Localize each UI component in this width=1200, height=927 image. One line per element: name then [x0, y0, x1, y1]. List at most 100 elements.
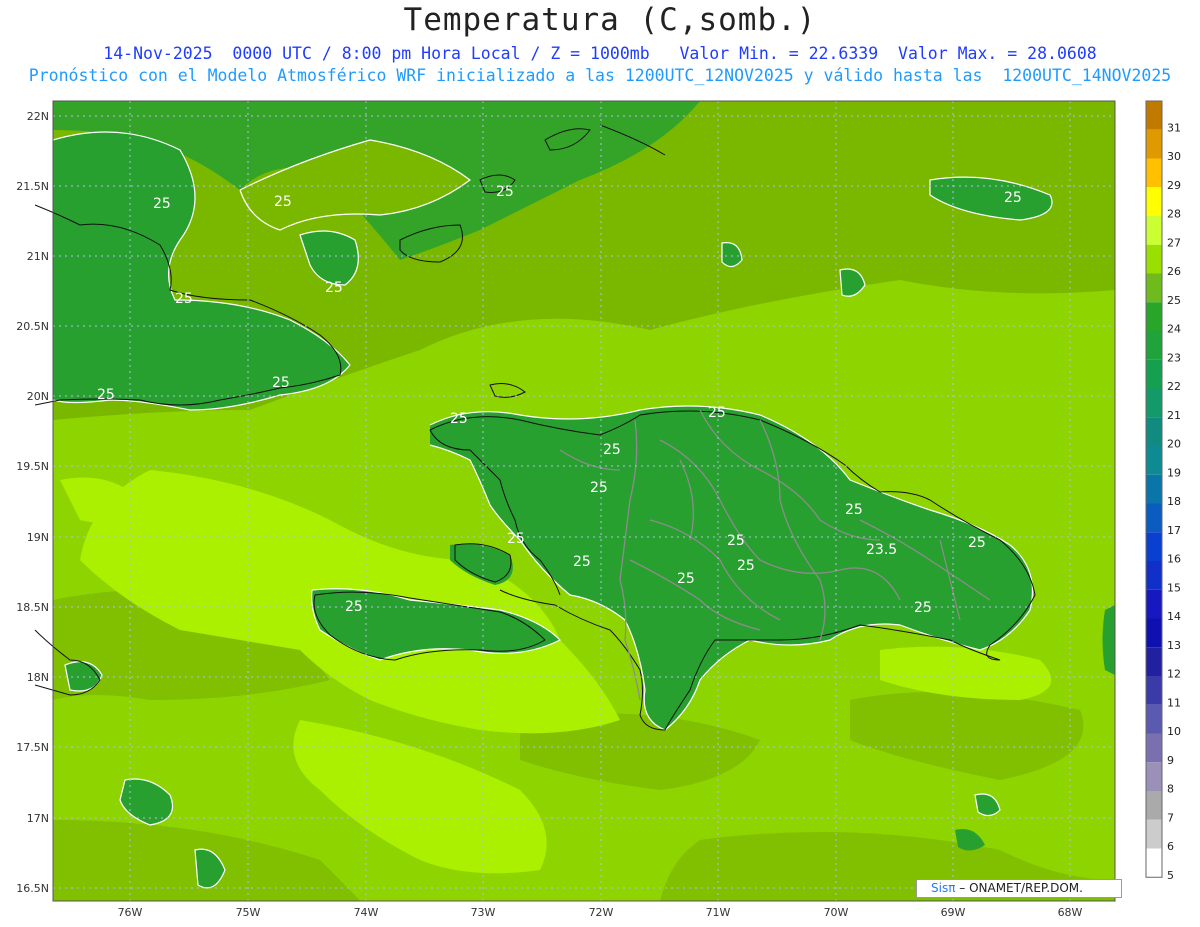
colorbar-swatch — [1146, 791, 1162, 820]
colorbar-label: 16 — [1167, 553, 1181, 566]
isoline-label: 25 — [175, 291, 193, 307]
colorbar-swatch — [1146, 819, 1162, 849]
longitude-labels: 76W 75W 74W 73W 72W 71W 70W 69W 68W — [118, 906, 1083, 919]
lon-label: 76W — [118, 906, 143, 919]
lat-label: 20N — [27, 390, 49, 403]
isoline-label: 25 — [590, 480, 608, 496]
colorbar-swatch — [1146, 158, 1162, 188]
isoline-label: 25 — [153, 196, 171, 212]
colorbar-label: 26 — [1167, 265, 1181, 278]
colorbar-label: 28 — [1167, 208, 1181, 221]
lon-label: 70W — [824, 906, 849, 919]
isoline-label: 25 — [727, 533, 745, 549]
lat-label: 17N — [27, 812, 49, 825]
colorbar-label: 18 — [1167, 495, 1181, 508]
colorbar-swatch — [1146, 474, 1162, 504]
isoline-label: 25 — [603, 442, 621, 458]
lat-label: 21.5N — [16, 180, 49, 193]
colorbar-label: 9 — [1167, 754, 1174, 767]
isoline-label: 25 — [708, 405, 726, 421]
colorbar-label: 7 — [1167, 811, 1174, 824]
isoline-label: 25 — [1004, 190, 1022, 206]
colorbar-swatch — [1146, 647, 1162, 676]
colorbar-swatch — [1146, 704, 1162, 734]
colorbar-label: 23 — [1167, 351, 1181, 364]
colorbar-label: 15 — [1167, 581, 1181, 594]
colorbar-label: 31 — [1167, 121, 1181, 134]
isoline-label: 25 — [573, 554, 591, 570]
credit-box: Sisπ – ONAMET/REP.DOM. — [916, 879, 1122, 898]
colorbar-label: 29 — [1167, 179, 1181, 192]
colorbar-swatch — [1146, 417, 1162, 446]
isoline-label: 25 — [496, 184, 514, 200]
lat-label: 19N — [27, 531, 49, 544]
colorbar-swatch — [1146, 589, 1162, 619]
colorbar-swatch — [1146, 129, 1162, 159]
isoline-label: 25 — [325, 280, 343, 296]
colorbar-legend: 31 30 29 28 27 26 25 24 23 22 21 20 19 18 17 16 15 14 13 12… — [1145, 100, 1181, 882]
lat-label: 22N — [27, 110, 49, 123]
lon-label: 69W — [941, 906, 966, 919]
lon-label: 73W — [471, 906, 496, 919]
colorbar-label: 14 — [1167, 610, 1181, 623]
colorbar-label: 30 — [1167, 150, 1181, 163]
colorbar-swatch — [1146, 244, 1162, 274]
colorbar-label: 17 — [1167, 524, 1181, 537]
lon-label: 74W — [354, 906, 379, 919]
credit-brand: Sisπ — [931, 881, 956, 895]
colorbar-swatch — [1146, 532, 1162, 561]
isoline-label: 25 — [345, 599, 363, 615]
isoline-label: 23.5 — [866, 542, 897, 558]
isoline-label: 25 — [677, 571, 695, 587]
colorbar-label: 5 — [1167, 869, 1174, 882]
lon-label: 72W — [589, 906, 614, 919]
colorbar-swatch — [1146, 331, 1162, 360]
lat-label: 21N — [27, 250, 49, 263]
colorbar-swatch — [1146, 187, 1162, 216]
isoline-label: 25 — [507, 531, 525, 547]
colorbar-label: 12 — [1167, 668, 1181, 681]
isoline-label: 25 — [274, 194, 292, 210]
colorbar-label: 27 — [1167, 236, 1181, 249]
isoline-label: 25 — [272, 375, 290, 391]
colorbar-label: 22 — [1167, 380, 1181, 393]
colorbar-swatch — [1146, 388, 1162, 418]
lon-label: 68W — [1058, 906, 1083, 919]
isoline-label: 25 — [450, 411, 468, 427]
colorbar-swatch — [1146, 101, 1162, 130]
colorbar-swatch — [1146, 676, 1162, 705]
lon-label: 71W — [706, 906, 731, 919]
lat-label: 16.5N — [16, 882, 49, 895]
colorbar-label: 20 — [1167, 438, 1181, 451]
colorbar-label: 10 — [1167, 725, 1181, 738]
isoline-label: 25 — [737, 558, 755, 574]
colorbar-swatch — [1146, 273, 1162, 303]
isoline-label: 25 — [968, 535, 986, 551]
colorbar-swatch — [1146, 762, 1162, 791]
colorbar-label: 6 — [1167, 840, 1174, 853]
lat-label: 18.5N — [16, 601, 49, 614]
lat-label: 18N — [27, 671, 49, 684]
colorbar-swatch — [1146, 446, 1162, 475]
lat-label: 20.5N — [16, 320, 49, 333]
colorbar-swatch — [1146, 359, 1162, 389]
isoline-label: 25 — [914, 600, 932, 616]
colorbar-swatch — [1146, 503, 1162, 533]
colorbar-swatch — [1146, 216, 1162, 245]
latitude-labels: 22N 21.5N 21N 20.5N 20N 19.5N 19N 18.5N … — [16, 110, 49, 895]
lat-label: 17.5N — [16, 741, 49, 754]
colorbar-swatch — [1146, 618, 1162, 648]
colorbar-label: 11 — [1167, 696, 1181, 709]
colorbar-label: 13 — [1167, 639, 1181, 652]
isoline-label: 25 — [97, 387, 115, 403]
colorbar-label: 8 — [1167, 783, 1174, 796]
colorbar-label: 21 — [1167, 409, 1181, 422]
colorbar-swatch — [1146, 561, 1162, 590]
colorbar-swatch — [1146, 302, 1162, 331]
lon-label: 75W — [236, 906, 261, 919]
colorbar-label: 24 — [1167, 323, 1181, 336]
temperature-field — [53, 101, 1115, 901]
credit-text: – ONAMET/REP.DOM. — [955, 881, 1083, 895]
colorbar-label: 19 — [1167, 466, 1181, 479]
colorbar-label: 25 — [1167, 294, 1181, 307]
